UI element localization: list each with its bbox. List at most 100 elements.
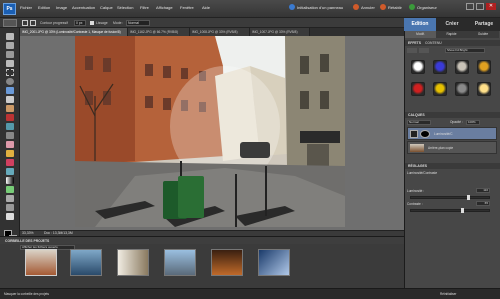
paint-bucket-tool-icon[interactable]: [6, 168, 14, 175]
contrast-slider[interactable]: [410, 209, 490, 212]
brightness-slider[interactable]: [410, 196, 490, 199]
undo-icon[interactable]: [353, 4, 359, 10]
crop-tool-icon[interactable]: [6, 105, 14, 112]
redo-icon[interactable]: [380, 4, 386, 10]
clone-stamp-tool-icon[interactable]: [6, 132, 14, 139]
brush-tool-icon[interactable]: [6, 150, 14, 157]
antialias-checkbox[interactable]: [90, 21, 94, 25]
panel-reset-icon[interactable]: [289, 4, 295, 10]
brightness-input[interactable]: 110: [476, 188, 490, 193]
blend-mode-select[interactable]: Normal: [407, 120, 431, 125]
pencil-tool-icon[interactable]: [6, 159, 14, 166]
effects-dropdown[interactable]: Show Fd Bright: [445, 48, 485, 53]
hide-project-bin-link[interactable]: Masquer la corbeille des projets: [4, 292, 49, 296]
effects-category-icon[interactable]: [419, 48, 429, 53]
reset-panels-link[interactable]: Initialisation d'un panneau: [297, 5, 343, 10]
bin-thumbnail-3[interactable]: [117, 249, 149, 276]
layer-background-copy[interactable]: Arrière-plan copie: [407, 141, 497, 154]
tab-edit[interactable]: Edition: [404, 18, 436, 31]
doc-tab-3[interactable]: IMG_1008.JPG @ 33% (RVB/8): [190, 28, 250, 36]
redo-button[interactable]: Rétablir: [388, 5, 402, 10]
bin-thumbnail-2[interactable]: [70, 249, 102, 276]
red-eye-tool-icon[interactable]: [6, 114, 14, 121]
layers-footer: [407, 155, 497, 161]
effect-swatch[interactable]: [477, 60, 491, 74]
straighten-tool-icon[interactable]: [6, 213, 14, 220]
mode-label: Mode :: [113, 21, 124, 25]
doc-tab-1[interactable]: IMG_2001.JPG @ 33% (Luminosité/Contraste…: [20, 28, 128, 36]
tab-share[interactable]: Partage: [468, 18, 500, 31]
move-tool-icon[interactable]: [6, 60, 14, 67]
selection-add-icon[interactable]: [30, 20, 36, 26]
organizer-button[interactable]: Organiseur: [417, 5, 437, 10]
minimize-icon[interactable]: [466, 3, 474, 10]
marquee-tool-icon[interactable]: [6, 69, 14, 76]
bin-thumbnail-4[interactable]: [164, 249, 196, 276]
maximize-icon[interactable]: [476, 3, 484, 10]
menu-window[interactable]: Fenêtre: [180, 5, 194, 10]
gradient-tool-icon[interactable]: [6, 177, 14, 184]
bin-thumbnail-6[interactable]: [258, 249, 290, 276]
effects-panel-header: EFFETS CONTENU: [405, 40, 500, 46]
doc-tab-2[interactable]: IMG_1162.JPG @ 66.7% (RVB/8): [128, 28, 190, 36]
menu-file[interactable]: Fichier: [20, 5, 32, 10]
tab-create[interactable]: Créer: [436, 18, 468, 31]
doc-tab-4[interactable]: IMG_1007.JPG @ 33% (RVB/8): [250, 28, 310, 36]
hand-tool-icon[interactable]: [6, 42, 14, 49]
bin-thumbnail-1[interactable]: [25, 249, 57, 276]
effects-tab[interactable]: EFFETS: [408, 41, 421, 45]
layer-name: Luminosité/C: [434, 132, 453, 136]
effect-swatch[interactable]: [455, 60, 469, 74]
feather-input[interactable]: 0 px: [74, 20, 86, 26]
toolbox: [0, 28, 20, 250]
eraser-tool-icon[interactable]: [6, 141, 14, 148]
brightness-slider-thumb[interactable]: [466, 195, 470, 200]
adjustments-panel-header: RÉGLAGES: [405, 163, 500, 169]
effect-swatch[interactable]: [477, 82, 491, 96]
menu-view[interactable]: Affichage: [156, 5, 173, 10]
menu-image[interactable]: Image: [56, 5, 67, 10]
menu-help[interactable]: Aide: [202, 5, 210, 10]
subtab-quick[interactable]: Rapide: [436, 31, 467, 38]
tool-preset-icon[interactable]: [3, 19, 17, 27]
menu-edit[interactable]: Edition: [38, 5, 50, 10]
text-tool-icon[interactable]: [6, 96, 14, 103]
effect-swatch[interactable]: [411, 60, 425, 74]
opacity-input[interactable]: 100%: [466, 120, 480, 125]
menu-enhance[interactable]: Accentuation: [72, 5, 95, 10]
lasso-tool-icon[interactable]: [6, 78, 14, 85]
effects-category-icon[interactable]: [407, 48, 417, 53]
bin-thumbnail-5[interactable]: [211, 249, 243, 276]
brightness-label: Luminosité :: [407, 189, 425, 193]
layer-name: Arrière-plan copie: [428, 146, 454, 150]
reset-button[interactable]: Réinitialiser: [440, 292, 456, 296]
organizer-icon[interactable]: [409, 4, 415, 10]
zoom-readout[interactable]: 33,33%: [22, 231, 34, 235]
blur-tool-icon[interactable]: [6, 195, 14, 202]
contrast-input[interactable]: 65: [476, 201, 490, 206]
menu-select[interactable]: Sélection: [117, 5, 133, 10]
contrast-slider-thumb[interactable]: [460, 208, 464, 213]
effect-swatch[interactable]: [455, 82, 469, 96]
subtab-full[interactable]: Modif.: [405, 31, 436, 38]
document-image[interactable]: [75, 36, 345, 227]
zoom-tool-icon[interactable]: [6, 33, 14, 40]
healing-brush-tool-icon[interactable]: [6, 123, 14, 130]
mode-select[interactable]: Normal: [126, 20, 150, 26]
sponge-tool-icon[interactable]: [6, 204, 14, 211]
subtab-guided[interactable]: Guidée: [467, 31, 499, 38]
content-tab[interactable]: CONTENU: [425, 41, 442, 45]
selection-mode-icon[interactable]: [22, 20, 28, 26]
undo-button[interactable]: Annuler: [361, 5, 375, 10]
menu-filter[interactable]: Filtre: [140, 5, 149, 10]
layer-adjustment[interactable]: Luminosité/C: [407, 127, 497, 140]
effect-swatch[interactable]: [433, 60, 447, 74]
layer-thumb: [410, 130, 418, 138]
effect-swatch[interactable]: [433, 82, 447, 96]
close-icon[interactable]: ✕: [486, 3, 496, 10]
quick-selection-tool-icon[interactable]: [6, 87, 14, 94]
effect-swatch[interactable]: [411, 82, 425, 96]
shape-tool-icon[interactable]: [6, 186, 14, 193]
menu-layer[interactable]: Calque: [100, 5, 113, 10]
eyedropper-tool-icon[interactable]: [6, 51, 14, 58]
